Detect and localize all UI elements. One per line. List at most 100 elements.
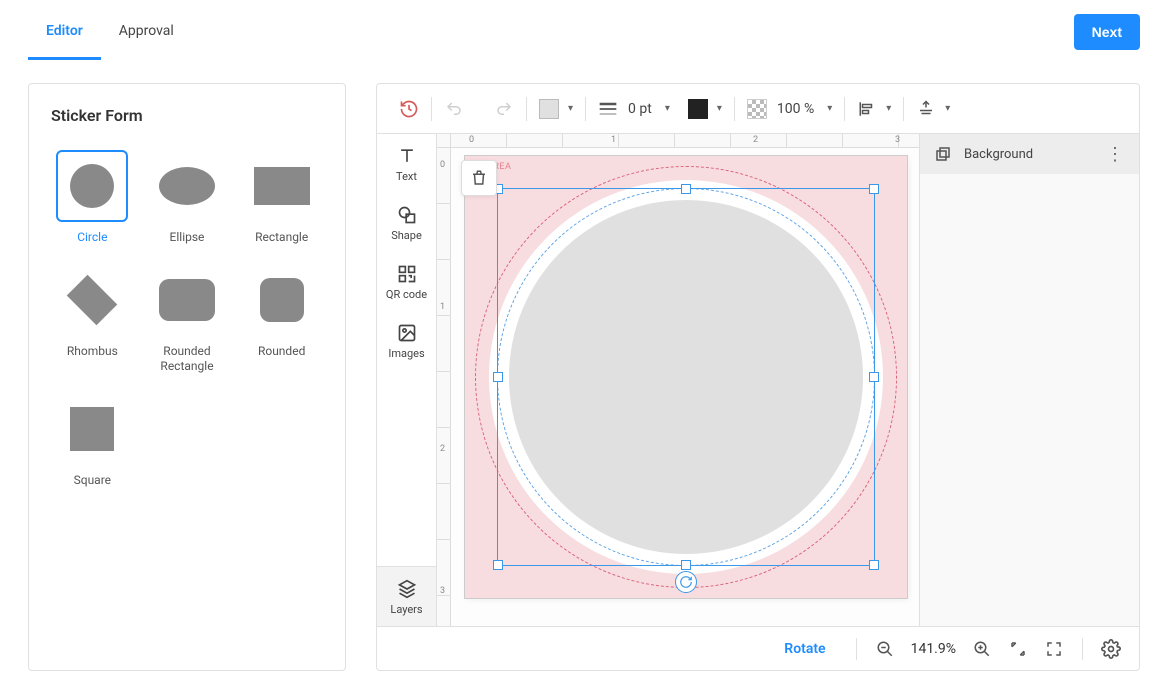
resize-handle-e[interactable] — [869, 372, 879, 382]
fit-icon — [1009, 640, 1027, 658]
fullscreen-icon — [1045, 640, 1063, 658]
shape-option-circle[interactable]: Circle — [51, 150, 134, 246]
text-icon — [397, 146, 417, 166]
zoom-in-button[interactable] — [968, 635, 996, 663]
toolbar-separator — [844, 97, 845, 121]
toolbar-separator — [1082, 638, 1083, 660]
tab-approval[interactable]: Approval — [101, 3, 192, 60]
editor-body: Text Shape QR code Images Layers — [377, 134, 1139, 626]
fit-screen-button[interactable] — [1004, 635, 1032, 663]
shape-option-square[interactable]: Square — [51, 393, 134, 489]
qr-icon — [397, 264, 417, 284]
delete-button[interactable] — [461, 160, 497, 196]
chevron-down-icon: ▾ — [568, 103, 573, 114]
fill-color-picker[interactable]: ▾ — [529, 84, 583, 133]
rounded-rectangle-icon — [151, 264, 223, 336]
rotate-handle[interactable] — [675, 571, 697, 593]
redo-icon[interactable] — [494, 99, 514, 119]
arrange-dropdown[interactable]: ▾ — [906, 84, 960, 133]
toolbar-separator — [526, 97, 527, 121]
tool-label: QR code — [386, 288, 427, 301]
selection-box[interactable] — [497, 188, 875, 566]
tool-label: Shape — [391, 229, 422, 242]
tool-label: Images — [388, 347, 424, 360]
chevron-down-icon[interactable]: ▾ — [665, 103, 670, 114]
tab-editor[interactable]: Editor — [28, 3, 101, 60]
header: Editor Approval Next — [0, 0, 1160, 63]
resize-handle-se[interactable] — [869, 560, 879, 570]
shape-option-rhombus[interactable]: Rhombus — [51, 264, 134, 375]
rounded-icon — [246, 264, 318, 336]
shape-option-ellipse[interactable]: Ellipse — [146, 150, 229, 246]
header-tabs: Editor Approval — [28, 3, 192, 60]
shapes-grid: Circle Ellipse Rectangle Rhombus Rounded… — [51, 150, 323, 488]
chevron-down-icon[interactable]: ▾ — [717, 103, 722, 114]
toolbar-separator — [585, 97, 586, 121]
layer-icon — [934, 145, 952, 163]
undo-icon[interactable] — [444, 99, 464, 119]
trash-icon — [470, 169, 488, 187]
shape-label: Rounded — [258, 344, 305, 360]
shape-icon — [397, 205, 417, 225]
canvas[interactable]: 0 1 2 3 0 1 2 3 AREA — [437, 134, 919, 626]
square-icon — [56, 393, 128, 465]
rotate-icon — [679, 575, 693, 589]
rotate-button[interactable]: Rotate — [768, 641, 841, 657]
opacity-icon — [747, 99, 767, 119]
chevron-down-icon: ▾ — [945, 103, 950, 114]
ruler-horizontal: 0 1 2 3 — [451, 134, 919, 148]
fill-swatch-icon — [539, 99, 559, 119]
zoom-out-button[interactable] — [871, 635, 899, 663]
rectangle-icon — [246, 150, 318, 222]
toolbar-separator — [431, 97, 432, 121]
tool-qr-code[interactable]: QR code — [377, 252, 436, 311]
shape-option-rounded-rectangle[interactable]: Rounded Rectangle — [146, 264, 229, 375]
settings-button[interactable] — [1097, 635, 1125, 663]
align-icon — [857, 99, 877, 119]
resize-handle-ne[interactable] — [869, 184, 879, 194]
artboard[interactable]: AREA — [465, 156, 907, 598]
panel-title: Sticker Form — [51, 106, 323, 125]
resize-handle-sw[interactable] — [493, 560, 503, 570]
tool-images[interactable]: Images — [377, 311, 436, 370]
sticker-form-panel: Sticker Form Circle Ellipse Rectangle Rh… — [28, 83, 346, 671]
ruler-corner — [437, 134, 451, 148]
resize-handle-n[interactable] — [681, 184, 691, 194]
stroke-style-icon[interactable] — [598, 99, 618, 119]
layer-name: Background — [964, 147, 1033, 162]
shape-label: Rhombus — [67, 344, 118, 360]
tool-layers[interactable]: Layers — [377, 566, 436, 626]
editor-area: ▾ 0 pt ▾ ▾ 100 % ▾ — [376, 83, 1140, 671]
align-dropdown[interactable]: ▾ — [847, 84, 901, 133]
tool-text[interactable]: Text — [377, 134, 436, 193]
stroke-weight-value[interactable]: 0 pt — [624, 101, 656, 117]
bottom-bar: Rotate 141.9% — [377, 626, 1139, 670]
resize-handle-w[interactable] — [493, 372, 503, 382]
layers-icon — [397, 579, 417, 599]
resize-handle-s[interactable] — [681, 560, 691, 570]
circle-icon — [56, 150, 128, 222]
next-button[interactable]: Next — [1074, 14, 1140, 50]
shape-label: Rectangle — [255, 230, 308, 246]
ruler-vertical: 0 1 2 3 — [437, 148, 451, 626]
layers-panel: Background ⋮ — [919, 134, 1139, 626]
shape-option-rounded[interactable]: Rounded — [240, 264, 323, 375]
shape-option-rectangle[interactable]: Rectangle — [240, 150, 323, 246]
opacity-value[interactable]: 100 % — [773, 101, 818, 117]
shape-label: Rounded Rectangle — [146, 344, 229, 375]
fullscreen-button[interactable] — [1040, 635, 1068, 663]
more-icon[interactable]: ⋮ — [1106, 144, 1125, 165]
stroke-color-swatch-icon[interactable] — [688, 99, 708, 119]
ellipse-icon — [151, 150, 223, 222]
toolbar-separator — [903, 97, 904, 121]
shape-label: Circle — [77, 230, 107, 246]
history-icon[interactable] — [399, 99, 419, 119]
toolbar-separator — [734, 97, 735, 121]
top-toolbar: ▾ 0 pt ▾ ▾ 100 % ▾ — [377, 84, 1139, 134]
main: Sticker Form Circle Ellipse Rectangle Rh… — [0, 63, 1160, 691]
images-icon — [397, 323, 417, 343]
chevron-down-icon[interactable]: ▾ — [827, 103, 832, 114]
tool-shape[interactable]: Shape — [377, 193, 436, 252]
layer-row-background[interactable]: Background ⋮ — [920, 134, 1139, 174]
side-tools: Text Shape QR code Images Layers — [377, 134, 437, 626]
